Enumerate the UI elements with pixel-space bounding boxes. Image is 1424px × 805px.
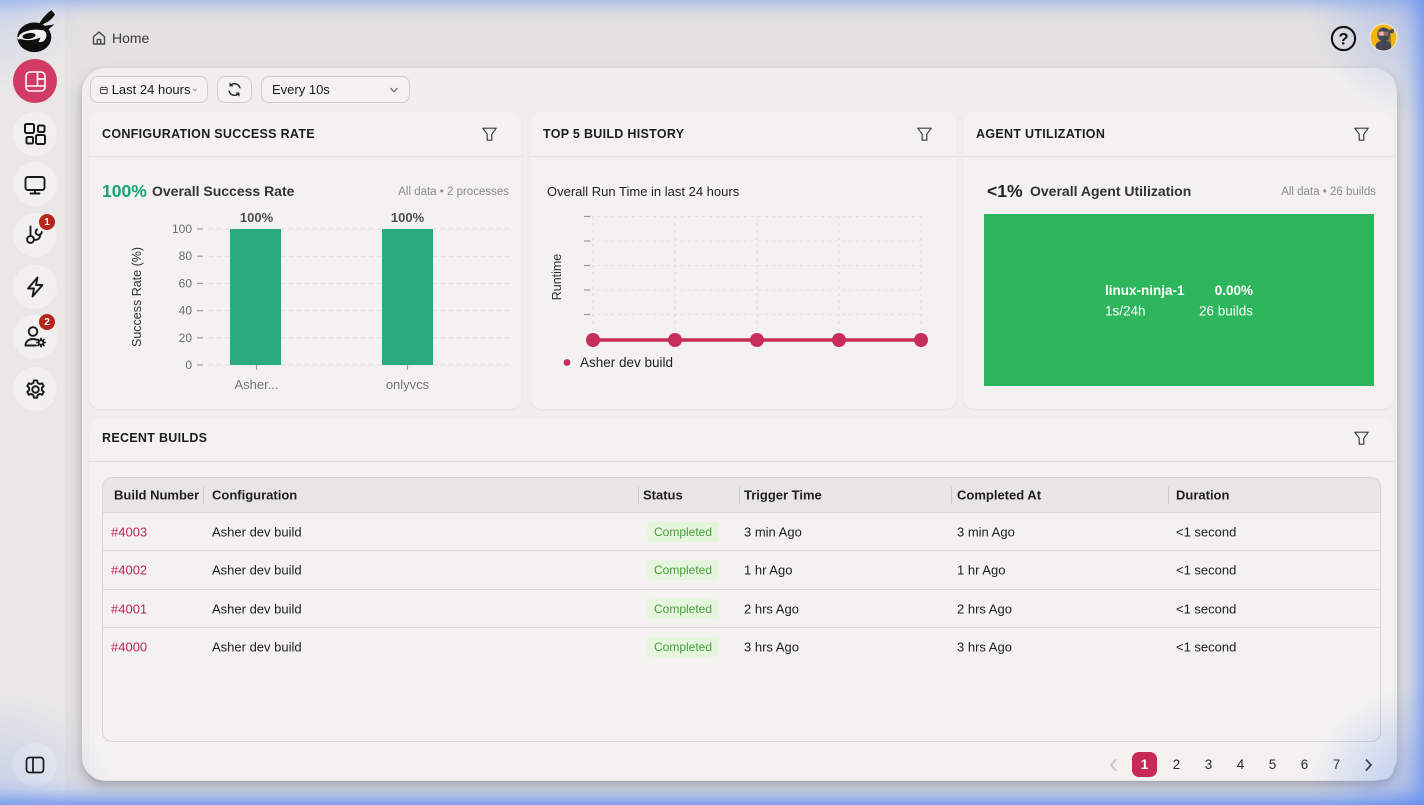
svg-text:Runtime: Runtime [550, 254, 564, 301]
svg-text:26 builds: 26 builds [1199, 304, 1253, 319]
svg-text:0: 0 [185, 358, 192, 372]
svg-text:Success Rate (%): Success Rate (%) [130, 247, 144, 347]
svg-text:linux-ninja-1: linux-ninja-1 [1105, 283, 1185, 298]
svg-text:100%: 100% [240, 210, 274, 225]
svg-text:Asher dev build: Asher dev build [580, 355, 673, 370]
svg-text:Overall Run Time in last 24 ho: Overall Run Time in last 24 hours [547, 184, 740, 199]
svg-text:20: 20 [179, 331, 193, 345]
svg-text:1s/24h: 1s/24h [1105, 304, 1146, 319]
svg-text:Overall Agent Utilization: Overall Agent Utilization [1030, 183, 1191, 199]
svg-text:All data • 26 builds: All data • 26 builds [1281, 186, 1376, 198]
svg-text:60: 60 [179, 276, 193, 290]
svg-text:?: ? [1338, 31, 1348, 49]
svg-text:All data • 2 processes: All data • 2 processes [398, 186, 509, 198]
svg-text:<1%: <1% [987, 181, 1023, 201]
svg-text:100: 100 [172, 222, 192, 236]
svg-text:onlyvcs: onlyvcs [386, 377, 430, 392]
svg-text:0.00%: 0.00% [1215, 283, 1253, 298]
svg-text:40: 40 [179, 304, 193, 318]
svg-text:100%: 100% [391, 210, 425, 225]
svg-text:100%: 100% [102, 181, 147, 201]
svg-text:Asher...: Asher... [234, 377, 278, 392]
svg-text:Overall Success Rate: Overall Success Rate [152, 183, 295, 199]
svg-text:80: 80 [179, 249, 193, 263]
